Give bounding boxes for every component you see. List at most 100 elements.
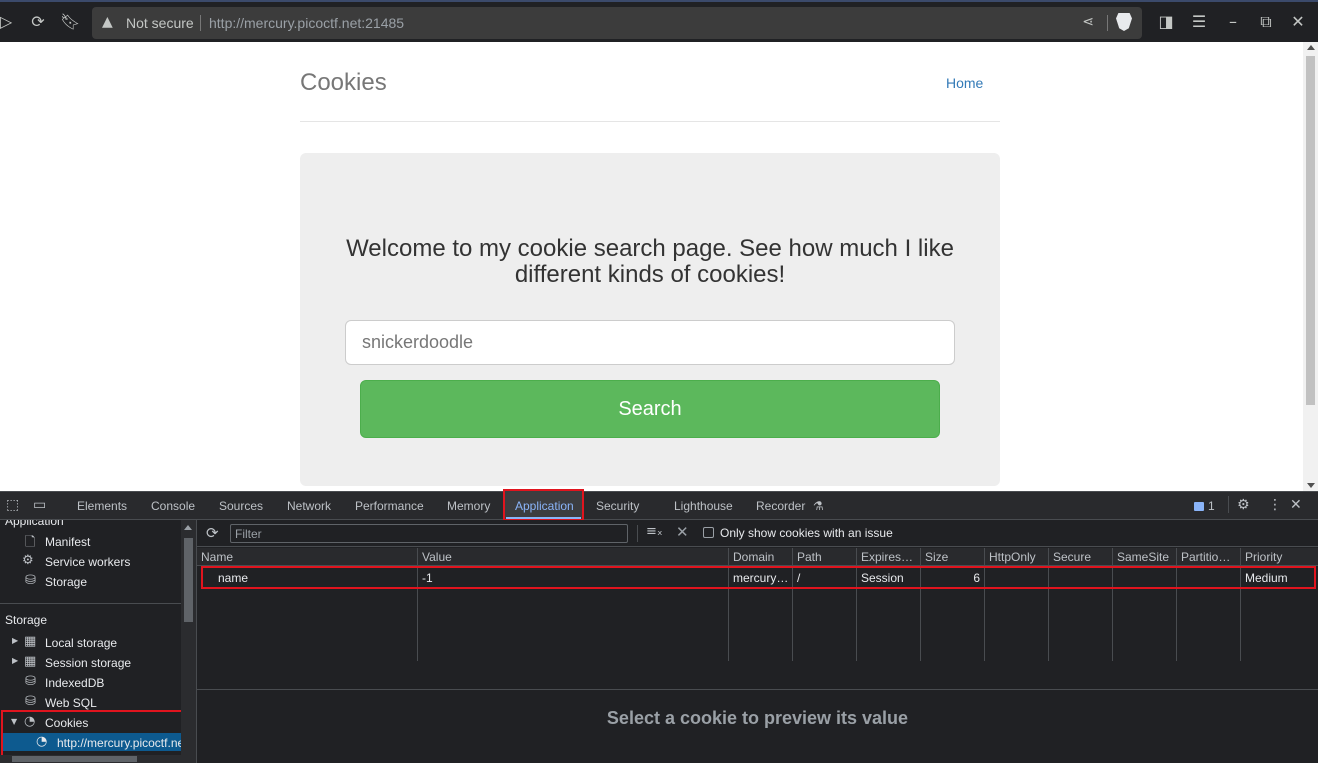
- sidebar-item-local-storage[interactable]: Local storage: [45, 636, 117, 650]
- scroll-down-icon[interactable]: [1307, 483, 1315, 488]
- tab-elements[interactable]: Elements: [77, 499, 127, 513]
- expand-arrow-icon[interactable]: ▶: [12, 656, 18, 665]
- site-title: Cookies: [300, 69, 387, 96]
- issues-counter[interactable]: 1: [1194, 499, 1215, 513]
- home-link[interactable]: Home: [946, 75, 983, 91]
- tab-performance[interactable]: Performance: [355, 499, 424, 513]
- column-header-samesite[interactable]: SameSite: [1113, 548, 1177, 566]
- filter-separator: [637, 525, 638, 542]
- message-icon: [1194, 502, 1204, 511]
- sidebar-toggle-icon[interactable]: ◨: [1156, 12, 1176, 32]
- tab-recorder[interactable]: Recorder: [756, 499, 805, 513]
- more-options-icon[interactable]: ⋮: [1268, 497, 1282, 513]
- bookmark-icon[interactable]: 🔖︎: [60, 12, 80, 32]
- close-devtools-icon[interactable]: ✕: [1290, 497, 1302, 513]
- cookies-filter-bar: ⟳ ≡ₓ ✕ Only show cookies with an issue: [197, 520, 1318, 547]
- table-divider[interactable]: [197, 689, 1318, 690]
- sidebar-item-indexeddb[interactable]: IndexedDB: [45, 676, 104, 690]
- column-header-name[interactable]: Name: [197, 548, 418, 566]
- tab-security[interactable]: Security: [596, 499, 639, 513]
- share-icon[interactable]: ⋖: [1082, 14, 1094, 30]
- refresh-icon[interactable]: ⟳: [206, 524, 219, 542]
- database-icon: ⛁: [25, 674, 36, 689]
- minimize-icon[interactable]: –: [1223, 12, 1243, 32]
- column-header-value[interactable]: Value: [418, 548, 729, 566]
- tab-console[interactable]: Console: [151, 499, 195, 513]
- sidebar-item-web-sql[interactable]: Web SQL: [45, 696, 97, 710]
- reload-icon[interactable]: ⟳: [28, 12, 48, 32]
- flask-icon: ⚗: [813, 499, 824, 513]
- scroll-up-icon[interactable]: [1307, 45, 1315, 50]
- menu-icon[interactable]: ☰: [1189, 12, 1209, 32]
- column-header-secure[interactable]: Secure: [1049, 548, 1113, 566]
- sidebar-item-session-storage[interactable]: Session storage: [45, 656, 131, 670]
- sidebar-item-manifest[interactable]: Manifest: [45, 535, 90, 549]
- cookie-row-highlight: [201, 566, 1316, 589]
- only-issues-label: Only show cookies with an issue: [720, 526, 893, 540]
- tab-memory[interactable]: Memory: [447, 499, 490, 513]
- application-section-header: Application: [5, 520, 64, 528]
- manifest-icon: 🗋: [25, 535, 36, 550]
- active-tab-indicator: [506, 517, 581, 519]
- tab-network[interactable]: Network: [287, 499, 331, 513]
- search-button[interactable]: Search: [360, 380, 940, 438]
- urlbar-divider: [1107, 15, 1108, 31]
- issues-count: 1: [1208, 499, 1215, 513]
- cookie-preview-placeholder: Select a cookie to preview its value: [606, 708, 909, 728]
- tab-application[interactable]: Application: [515, 499, 574, 513]
- url-separator: [200, 15, 201, 31]
- url-port: :21485: [361, 15, 405, 31]
- column-header-domain[interactable]: Domain: [729, 548, 793, 566]
- security-label: Not secure: [126, 15, 194, 31]
- column-header-size[interactable]: Size: [921, 548, 985, 566]
- clear-filtered-cookies-icon[interactable]: ≡ₓ: [646, 524, 663, 539]
- column-header-priority[interactable]: Priority: [1241, 548, 1318, 566]
- tabbar-separator: [1228, 496, 1229, 513]
- tab-lighthouse[interactable]: Lighthouse: [674, 499, 733, 513]
- storage-db-icon: ⛁: [25, 573, 36, 588]
- header-divider: [300, 121, 1000, 122]
- search-input[interactable]: [345, 320, 955, 365]
- url-text[interactable]: http://mercury.picoctf.net:21485: [209, 15, 404, 31]
- delete-selected-icon[interactable]: ✕: [676, 523, 689, 541]
- scroll-up-icon[interactable]: [184, 525, 192, 530]
- sidebar-item-storage[interactable]: Storage: [45, 575, 87, 589]
- expand-arrow-icon[interactable]: ▶: [12, 636, 18, 645]
- scrollbar-thumb[interactable]: [12, 756, 137, 762]
- device-toolbar-icon[interactable]: ▭: [33, 497, 46, 513]
- page-scrollbar[interactable]: [1303, 42, 1318, 491]
- warning-icon: ▲: [102, 14, 113, 30]
- cookies-table: Name Value Domain Path Expires… Size Htt…: [197, 548, 1318, 690]
- sidebar-horizontal-scrollbar[interactable]: [0, 755, 181, 763]
- scrollbar-thumb[interactable]: [184, 538, 193, 622]
- table-icon: ▦: [24, 634, 37, 649]
- application-sidebar: Application 🗋 Manifest ⚙ Service workers…: [0, 520, 181, 763]
- restore-icon[interactable]: ⧉: [1256, 12, 1276, 32]
- cookies-panel: ⟳ ≡ₓ ✕ Only show cookies with an issue N…: [197, 520, 1318, 763]
- sidebar-item-service-workers[interactable]: Service workers: [45, 555, 130, 569]
- url-host: http://mercury.picoctf.net: [209, 15, 362, 31]
- column-header-path[interactable]: Path: [793, 548, 857, 566]
- address-bar[interactable]: ▲ Not secure http://mercury.picoctf.net:…: [92, 7, 1142, 39]
- sidebar-scrollbar[interactable]: [181, 520, 196, 763]
- forward-icon[interactable]: ▷: [0, 12, 16, 32]
- web-page: Cookies Home Welcome to my cookie search…: [0, 42, 1303, 491]
- devtools-tabbar: ⬚ ▭ Elements Console Sources Network Per…: [0, 489, 1318, 521]
- filter-input[interactable]: [230, 524, 628, 543]
- welcome-heading: Welcome to my cookie search page. See ho…: [346, 235, 954, 288]
- brave-shield-icon[interactable]: [1116, 13, 1132, 31]
- jumbotron: Welcome to my cookie search page. See ho…: [300, 153, 1000, 486]
- settings-gear-icon[interactable]: ⚙: [1237, 497, 1250, 513]
- tab-sources[interactable]: Sources: [219, 499, 263, 513]
- storage-section-header: Storage: [5, 613, 48, 627]
- service-workers-icon: ⚙: [22, 553, 34, 568]
- table-icon: ▦: [24, 654, 37, 669]
- column-header-partition[interactable]: Partitio…: [1177, 548, 1241, 566]
- column-header-expires[interactable]: Expires…: [857, 548, 921, 566]
- scrollbar-thumb[interactable]: [1306, 56, 1315, 405]
- close-window-icon[interactable]: ✕: [1288, 12, 1308, 32]
- database-icon: ⛁: [25, 694, 36, 709]
- only-issues-checkbox[interactable]: [703, 527, 714, 538]
- column-header-httponly[interactable]: HttpOnly: [985, 548, 1049, 566]
- inspect-element-icon[interactable]: ⬚: [6, 497, 19, 513]
